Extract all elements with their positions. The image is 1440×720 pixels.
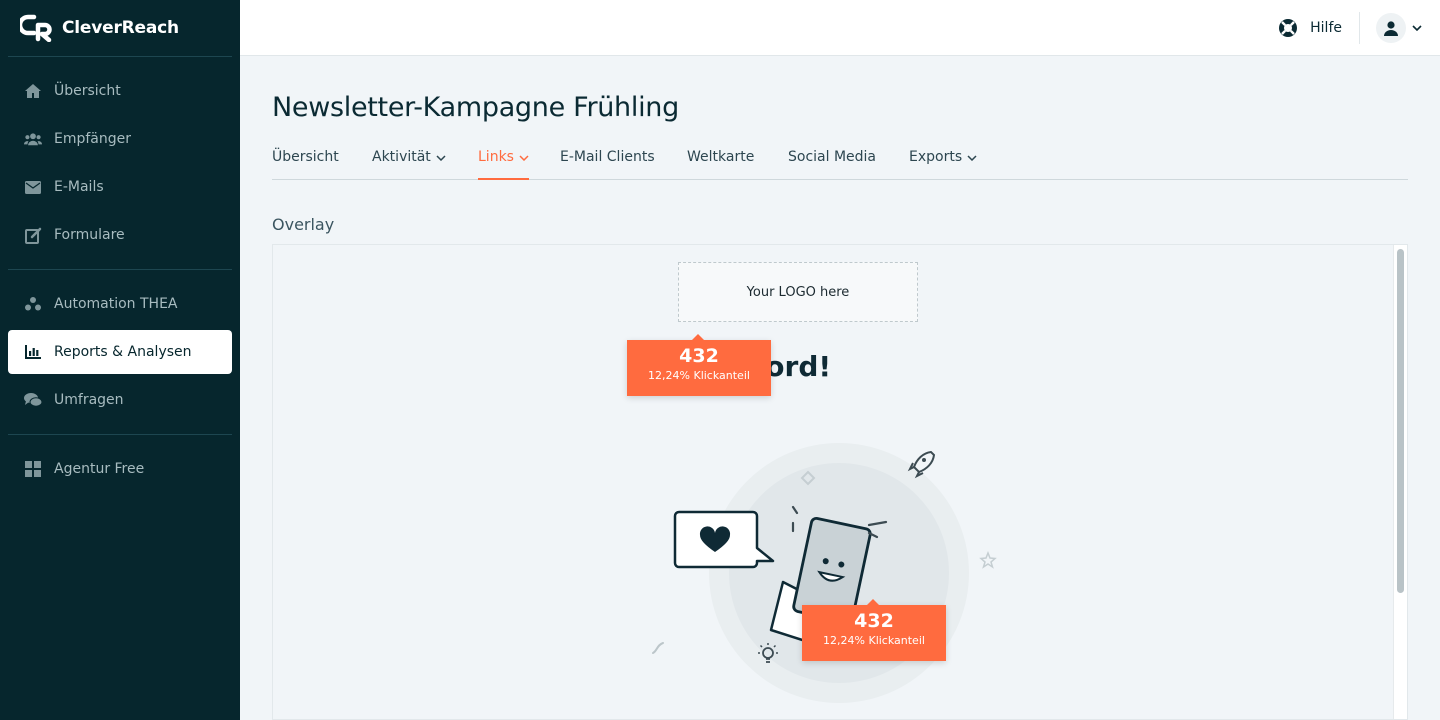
page-title: Newsletter-Kampagne Frühling <box>272 92 679 123</box>
edit-form-icon <box>24 226 42 244</box>
illustration <box>652 443 997 703</box>
tab-uebersicht[interactable]: Übersicht <box>272 142 339 180</box>
help-button[interactable]: Hilfe <box>1278 16 1342 40</box>
sidebar-item-label: Agentur Free <box>54 461 145 477</box>
chevron-down-icon <box>1412 25 1422 31</box>
cleverreach-logo-icon <box>20 14 52 42</box>
sidebar-divider <box>8 56 232 57</box>
chat-bubbles-icon <box>24 391 42 409</box>
tab-label: Links <box>478 149 514 165</box>
tab-weltkarte[interactable]: Weltkarte <box>687 142 754 180</box>
sidebar-divider <box>8 434 232 435</box>
overlay-preview[interactable]: Your LOGO here l the word! <box>272 244 1408 720</box>
sidebar-item-label: Übersicht <box>54 83 121 99</box>
sidebar-item-agentur-free[interactable]: Agentur Free <box>8 447 232 491</box>
sidebar-item-label: Umfragen <box>54 392 124 408</box>
chevron-down-icon <box>519 155 529 161</box>
sidebar-item-empfaenger[interactable]: Empfänger <box>8 117 232 161</box>
bar-chart-icon <box>24 343 42 361</box>
chevron-down-icon <box>436 155 446 161</box>
sidebar-item-reports[interactable]: Reports & Analysen <box>8 330 232 374</box>
tab-label: Social Media <box>788 149 877 165</box>
sidebar-item-label: Empfänger <box>54 131 132 147</box>
help-label: Hilfe <box>1310 20 1342 36</box>
lifebuoy-icon <box>1279 19 1298 37</box>
automation-icon <box>24 295 42 313</box>
overlay-scrollbar[interactable] <box>1393 245 1407 719</box>
sidebar-item-umfragen[interactable]: Umfragen <box>8 378 232 422</box>
tab-email-clients[interactable]: E-Mail Clients <box>560 142 655 180</box>
tab-label: Exports <box>909 149 963 165</box>
click-share: 12,24% Klickanteil <box>823 634 925 647</box>
users-icon <box>24 130 42 148</box>
click-count: 432 <box>854 610 894 632</box>
envelope-icon <box>24 178 42 196</box>
click-share: 12,24% Klickanteil <box>648 369 750 382</box>
brand-logo[interactable]: CleverReach <box>20 14 179 42</box>
home-icon <box>24 82 42 100</box>
click-badge[interactable]: 432 12,24% Klickanteil <box>627 334 771 396</box>
tab-links[interactable]: Links <box>478 142 529 180</box>
click-badge[interactable]: 432 12,24% Klickanteil <box>802 599 946 661</box>
sidebar: CleverReach Übersicht Empfänger E-Mails … <box>0 0 240 720</box>
logo-placeholder[interactable]: Your LOGO here <box>678 262 918 322</box>
sidebar-item-automation-thea[interactable]: Automation THEA <box>8 282 232 326</box>
tab-label: E-Mail Clients <box>560 149 655 165</box>
sidebar-item-emails[interactable]: E-Mails <box>8 165 232 209</box>
tab-bar: Übersicht Aktivität Links E-Mail Clients… <box>272 142 1408 180</box>
sidebar-item-formulare[interactable]: Formulare <box>8 213 232 257</box>
sidebar-item-label: E-Mails <box>54 179 104 195</box>
chevron-down-icon <box>967 155 977 161</box>
sidebar-item-uebersicht[interactable]: Übersicht <box>8 69 232 113</box>
tab-exports[interactable]: Exports <box>909 142 977 180</box>
sidebar-divider <box>8 269 232 270</box>
tab-social-media[interactable]: Social Media <box>788 142 876 180</box>
user-menu-button[interactable] <box>1376 12 1424 44</box>
sidebar-item-label: Formulare <box>54 227 125 243</box>
tab-label: Übersicht <box>272 149 339 165</box>
user-icon <box>1384 20 1398 36</box>
click-count: 432 <box>679 345 719 367</box>
tab-label: Weltkarte <box>687 149 755 165</box>
topbar-separator <box>1359 12 1360 44</box>
sidebar-item-label: Reports & Analysen <box>54 344 192 360</box>
section-label-overlay: Overlay <box>272 215 335 234</box>
top-bar: Hilfe <box>240 0 1440 56</box>
scrollbar-thumb[interactable] <box>1397 249 1404 593</box>
brand-name: CleverReach <box>62 18 179 38</box>
sidebar-item-label: Automation THEA <box>54 296 178 312</box>
tab-label: Aktivität <box>372 149 431 165</box>
avatar <box>1376 13 1406 43</box>
grid-icon <box>24 460 42 478</box>
tab-aktivitaet[interactable]: Aktivität <box>372 142 446 180</box>
